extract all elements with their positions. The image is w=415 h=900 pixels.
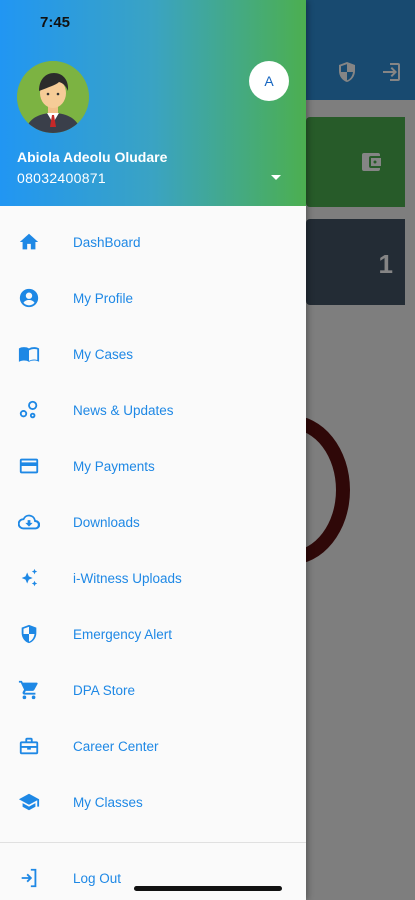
cart-icon [17, 678, 41, 702]
graduation-cap-icon [17, 790, 41, 814]
menu-item-label: DPA Store [73, 682, 136, 698]
bubbles-icon [17, 398, 41, 422]
cloud-download-icon [17, 510, 41, 534]
menu-item-career-center[interactable]: Career Center [0, 718, 306, 774]
menu-item-label: Career Center [73, 738, 159, 754]
menu-item-my-payments[interactable]: My Payments [0, 438, 306, 494]
menu-item-label: My Classes [73, 794, 143, 810]
briefcase-icon [17, 734, 41, 758]
menu-item-label: Downloads [73, 514, 140, 530]
account-dropdown-icon[interactable] [271, 175, 281, 180]
menu-item-label: My Cases [73, 346, 134, 362]
logout-icon [17, 866, 41, 890]
menu-item-my-classes[interactable]: My Classes [0, 774, 306, 830]
home-icon [17, 230, 41, 254]
menu-item-label: i-Witness Uploads [73, 570, 182, 586]
menu-item-label: My Profile [73, 290, 134, 306]
menu-item-label: My Payments [73, 458, 155, 474]
menu-item-label: Log Out [73, 870, 122, 886]
menu-item-news-updates[interactable]: News & Updates [0, 382, 306, 438]
credit-card-icon [17, 454, 41, 478]
user-avatar-icon [17, 61, 89, 133]
menu-item-label: News & Updates [73, 402, 174, 418]
status-time: 7:45 [40, 14, 71, 31]
menu-item-i-witness-uploads[interactable]: i-Witness Uploads [0, 550, 306, 606]
home-indicator[interactable] [134, 886, 282, 891]
drawer-header: 7:45 A Abiola Adeolu Oludare 08032400871 [0, 0, 306, 206]
avatar[interactable] [17, 61, 89, 133]
menu-item-log-out[interactable]: Log Out [0, 850, 306, 900]
menu-item-label: DashBoard [73, 234, 141, 250]
shield-icon [17, 622, 41, 646]
menu-item-label: Emergency Alert [73, 626, 173, 642]
menu-divider [0, 842, 306, 843]
account-phone: 08032400871 [17, 170, 106, 186]
menu-item-dpa-store[interactable]: DPA Store [0, 662, 306, 718]
other-account-avatar[interactable]: A [249, 61, 289, 101]
book-open-icon [17, 342, 41, 366]
menu-item-downloads[interactable]: Downloads [0, 494, 306, 550]
menu-item-dashboard[interactable]: DashBoard [0, 214, 306, 270]
account-name: Abiola Adeolu Oludare [17, 149, 168, 165]
menu-item-emergency-alert[interactable]: Emergency Alert [0, 606, 306, 662]
navigation-drawer: 7:45 A Abiola Adeolu Oludare 08032400871 [0, 0, 306, 900]
account-circle-icon [17, 286, 41, 310]
menu-item-my-profile[interactable]: My Profile [0, 270, 306, 326]
sparkle-icon [17, 566, 41, 590]
menu-item-my-cases[interactable]: My Cases [0, 326, 306, 382]
